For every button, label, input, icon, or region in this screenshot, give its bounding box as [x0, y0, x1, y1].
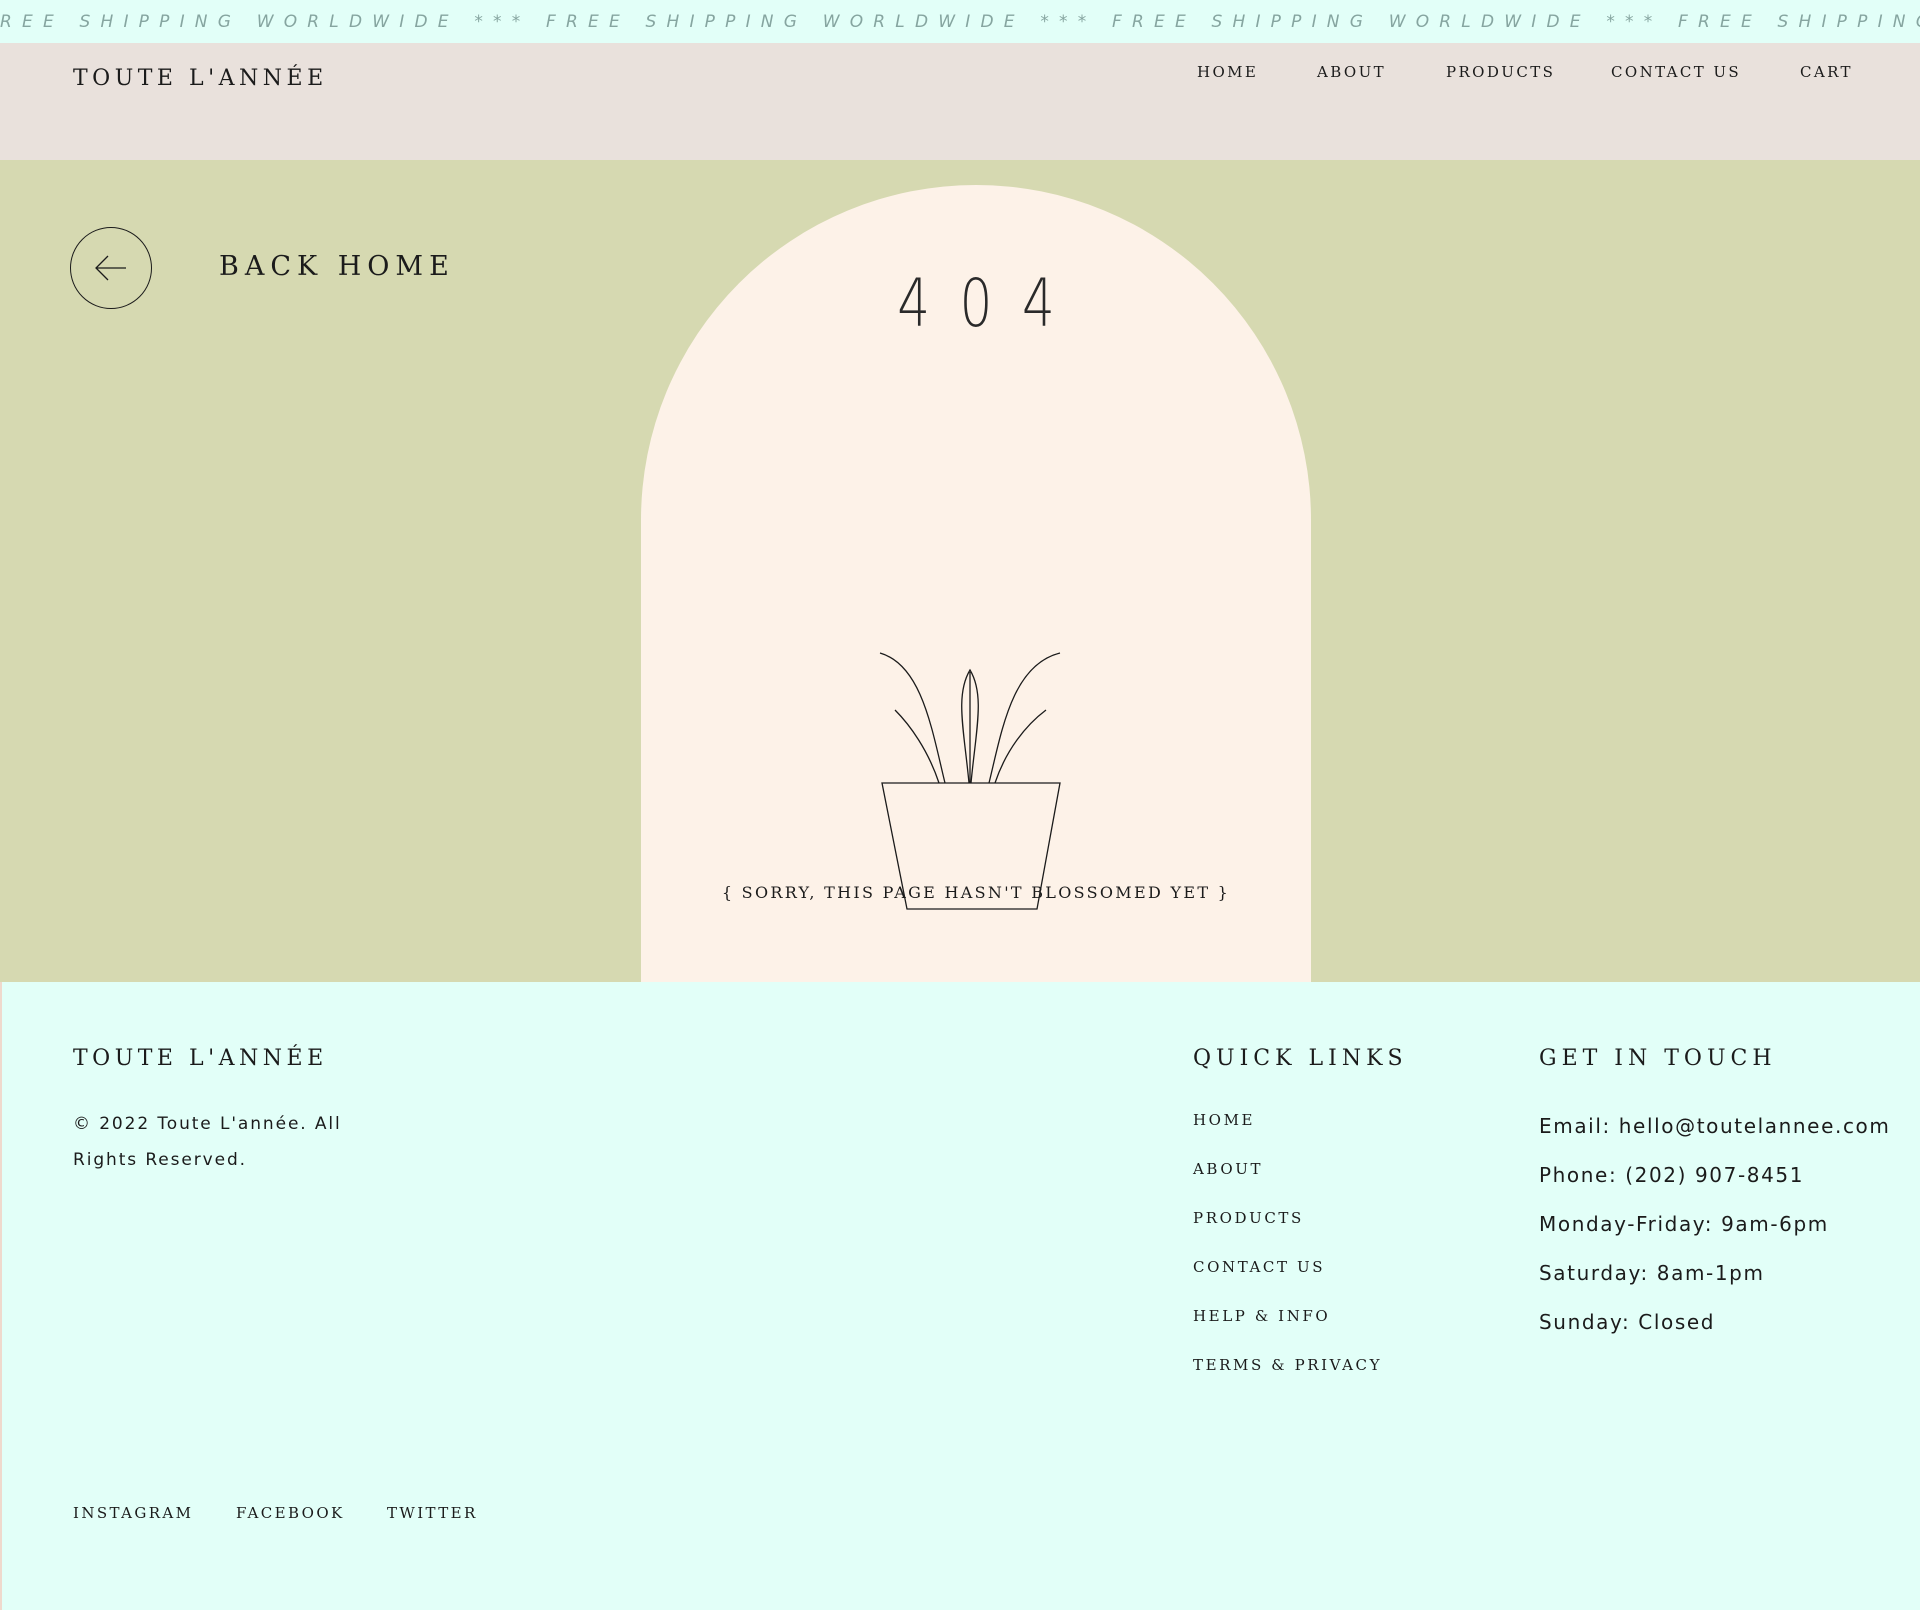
copyright-line-2: Rights Reserved.	[73, 1150, 247, 1170]
footer-link-products[interactable]: PRODUCTS	[1193, 1209, 1304, 1227]
get-in-touch-heading: GET IN TOUCH	[1539, 1046, 1777, 1071]
hours-weekdays: Monday-Friday: 9am-6pm	[1539, 1212, 1829, 1236]
copyright-line-1: © 2022 Toute L'année. All	[73, 1114, 342, 1134]
error-hero: BACK HOME 404 { SORRY, THIS PAGE HASN'T …	[0, 160, 1920, 982]
nav-about[interactable]: ABOUT	[1317, 63, 1386, 81]
hours-saturday: Saturday: 8am-1pm	[1539, 1261, 1765, 1285]
back-home-button[interactable]	[70, 227, 152, 309]
contact-email[interactable]: Email: hello@toutelannee.com	[1539, 1114, 1890, 1138]
nav-home[interactable]: HOME	[1197, 63, 1258, 81]
error-message: { SORRY, THIS PAGE HASN'T BLOSSOMED YET …	[721, 883, 1231, 902]
announcement-text: REE SHIPPING WORLDWIDE *** FREE SHIPPING…	[0, 12, 1920, 32]
copyright: © 2022 Toute L'année. All Rights Reserve…	[73, 1106, 373, 1178]
error-code: 404	[897, 265, 1085, 342]
announcement-bar: REE SHIPPING WORLDWIDE *** FREE SHIPPING…	[0, 0, 1920, 43]
social-instagram[interactable]: INSTAGRAM	[73, 1504, 193, 1522]
back-home-link[interactable]: BACK HOME	[219, 251, 455, 282]
nav-contact-us[interactable]: CONTACT US	[1611, 63, 1741, 81]
quick-links-heading: QUICK LINKS	[1193, 1046, 1408, 1071]
footer-link-home[interactable]: HOME	[1193, 1111, 1255, 1129]
arrow-left-icon	[95, 255, 126, 281]
potted-plant-icon	[879, 652, 1061, 910]
footer-link-contact-us[interactable]: CONTACT US	[1193, 1258, 1325, 1276]
hours-sunday: Sunday: Closed	[1539, 1310, 1716, 1334]
footer-link-terms-privacy[interactable]: TERMS & PRIVACY	[1193, 1356, 1382, 1374]
social-facebook[interactable]: FACEBOOK	[236, 1504, 345, 1522]
footer-brand[interactable]: TOUTE L'ANNÉE	[73, 1046, 328, 1071]
site-footer: TOUTE L'ANNÉE © 2022 Toute L'année. All …	[0, 982, 1920, 1610]
nav-cart[interactable]: CART	[1800, 63, 1853, 81]
footer-link-help-info[interactable]: HELP & INFO	[1193, 1307, 1330, 1325]
nav-products[interactable]: PRODUCTS	[1446, 63, 1555, 81]
brand-logo[interactable]: TOUTE L'ANNÉE	[73, 66, 328, 91]
social-twitter[interactable]: TWITTER	[387, 1504, 478, 1522]
contact-phone[interactable]: Phone: (202) 907-8451	[1539, 1163, 1804, 1187]
footer-link-about[interactable]: ABOUT	[1193, 1160, 1263, 1178]
site-header: TOUTE L'ANNÉE HOME ABOUT PRODUCTS CONTAC…	[0, 43, 1920, 160]
